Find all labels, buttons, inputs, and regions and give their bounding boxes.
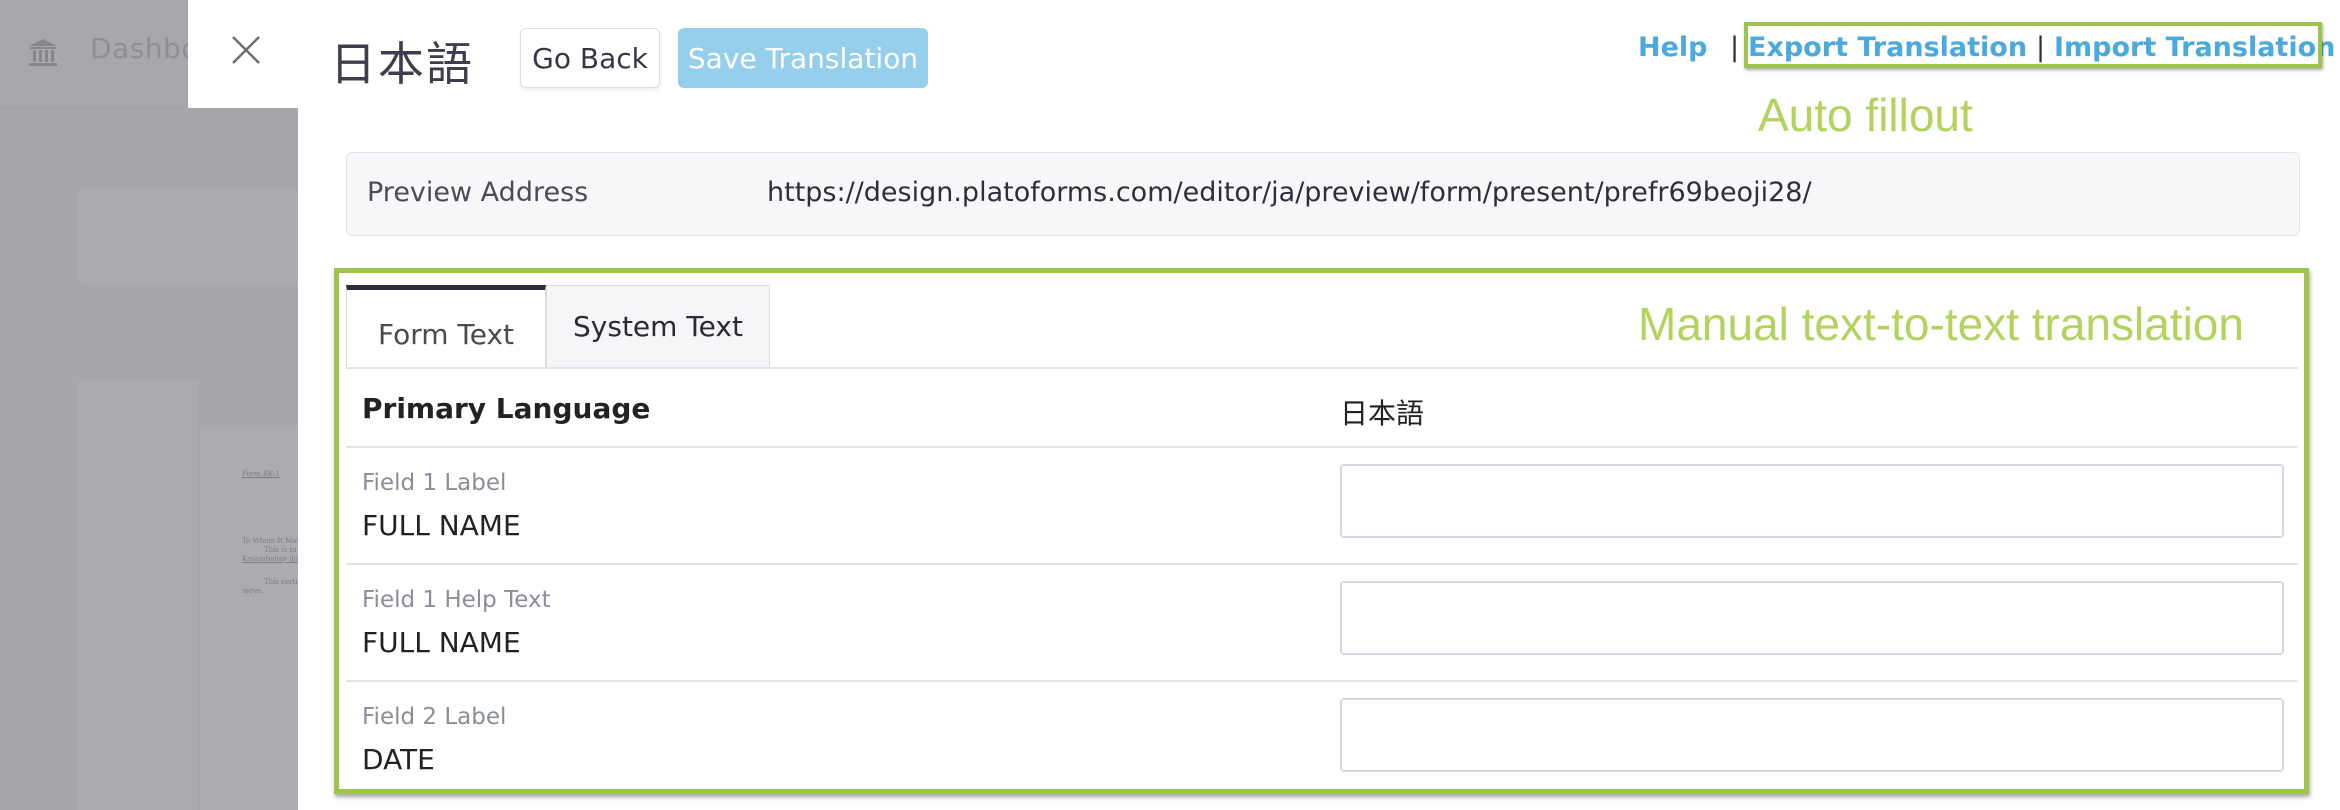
bank-icon [29,39,57,66]
page-title: 日本語 [330,37,474,91]
annotation-auto-fillout: Auto fillout [1758,89,1973,141]
go-back-button[interactable]: Go Back [520,28,660,88]
close-icon[interactable] [230,34,262,66]
save-translation-button[interactable]: Save Translation [678,28,928,88]
background-dashboard-link: Dashbo [90,32,199,65]
link-separator: | [1730,32,1740,63]
annotation-box-auto-fillout [1744,22,2322,68]
background-card [78,190,308,285]
background-column [78,380,198,810]
annotation-box-manual-translation [334,268,2309,794]
preview-address-box: Preview Address https://design.platoform… [346,152,2300,236]
help-link[interactable]: Help [1638,32,1708,63]
preview-address-label: Preview Address [367,177,589,208]
preview-address-url[interactable]: https://design.platoforms.com/editor/ja/… [767,177,1812,208]
